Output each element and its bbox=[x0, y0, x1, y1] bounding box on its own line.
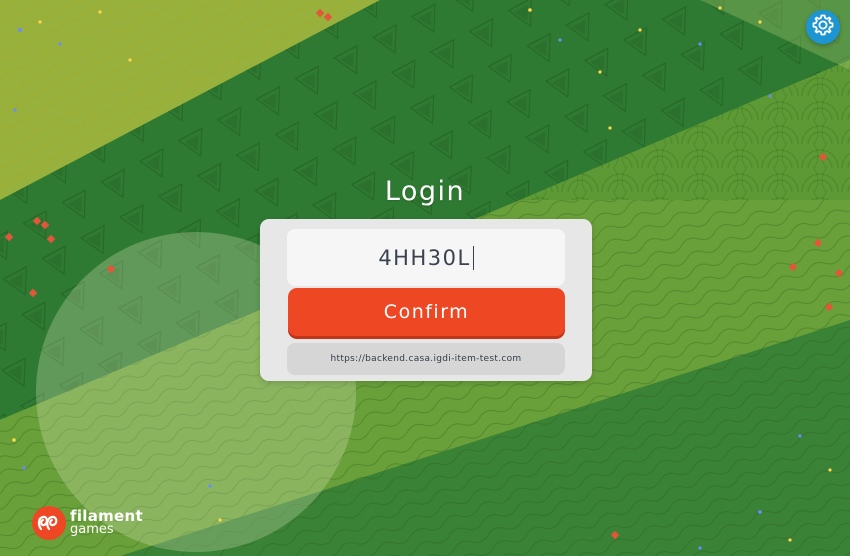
text-caret bbox=[472, 245, 474, 270]
page-title: Login bbox=[384, 176, 466, 207]
login-panel: 4HH30L Confirm https://backend.casa.igdi… bbox=[260, 219, 592, 381]
gear-icon bbox=[811, 13, 835, 41]
confirm-button[interactable]: Confirm bbox=[288, 288, 565, 336]
filament-logo-icon bbox=[32, 506, 66, 540]
brand-sub: games bbox=[70, 522, 114, 537]
server-url-field[interactable]: https://backend.casa.igdi-item-test.com bbox=[287, 343, 565, 375]
settings-button[interactable] bbox=[806, 10, 840, 44]
login-code-input[interactable]: 4HH30L bbox=[287, 229, 565, 286]
brand-name: filament bbox=[70, 507, 143, 525]
server-url-text: https://backend.casa.igdi-item-test.com bbox=[330, 354, 522, 364]
login-code-value: 4HH30L bbox=[378, 245, 471, 270]
brand-logo: filament games bbox=[32, 506, 143, 540]
